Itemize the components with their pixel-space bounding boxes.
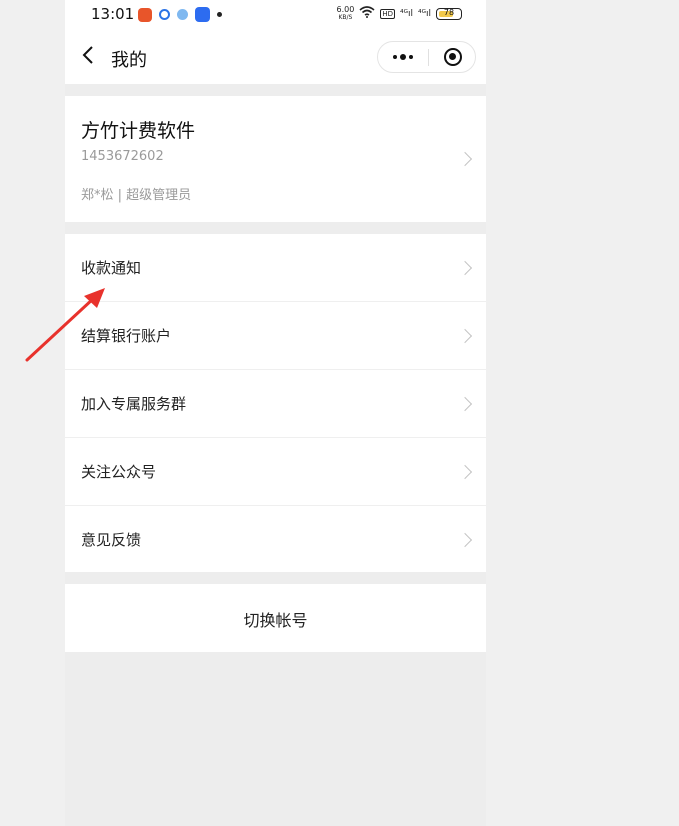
phone-screen: 13:01 6.00 KB/S HD ⁴ᴳıl ⁴ᴳıl 78 我的 方竹计费软… [65, 0, 486, 826]
back-button[interactable] [81, 44, 95, 71]
chevron-left-icon [82, 46, 93, 64]
chevron-right-icon [457, 532, 473, 548]
signal-icon: ⁴ᴳıl [400, 9, 413, 19]
menu-item-label: 加入专属服务群 [81, 395, 187, 413]
menu-item-label: 意见反馈 [81, 531, 142, 549]
miniprogram-capsule [377, 41, 476, 73]
switch-account-button[interactable]: 切换帐号 [65, 584, 486, 652]
menu-list: 收款通知 结算银行账户 加入专属服务群 关注公众号 意见反馈 [65, 234, 486, 572]
menu-item-bank-account[interactable]: 结算银行账户 [65, 302, 486, 370]
app-notification-icon [195, 7, 210, 22]
chevron-right-icon [457, 396, 473, 412]
more-notifications-dot-icon [217, 12, 222, 17]
status-bar: 13:01 6.00 KB/S HD ⁴ᴳıl ⁴ᴳıl 78 [65, 0, 486, 30]
menu-item-feedback[interactable]: 意见反馈 [65, 506, 486, 574]
chevron-right-icon [457, 464, 473, 480]
page-title: 我的 [111, 50, 147, 71]
network-speed: 6.00 KB/S [337, 6, 355, 22]
menu-item-label: 结算银行账户 [81, 327, 172, 345]
app-notification-icon [159, 9, 170, 20]
nav-bar: 我的 [65, 30, 486, 84]
status-time: 13:01 [91, 5, 135, 23]
account-number: 1453672602 [81, 149, 164, 164]
chevron-right-icon [457, 328, 473, 344]
notification-icons [138, 7, 222, 22]
chevron-right-icon [457, 260, 473, 276]
battery-value: 78 [443, 8, 455, 17]
switch-account-label: 切换帐号 [243, 611, 308, 630]
menu-item-label: 关注公众号 [81, 463, 157, 481]
capsule-divider [428, 49, 429, 66]
signal-icon: ⁴ᴳıl [418, 9, 431, 19]
system-indicators: 6.00 KB/S HD ⁴ᴳıl ⁴ᴳıl 78 [337, 6, 462, 22]
app-notification-icon [177, 9, 188, 20]
network-speed-value: 6.00 [336, 5, 355, 14]
close-button[interactable] [444, 48, 462, 66]
shop-name: 方竹计费软件 [81, 120, 196, 142]
menu-item-label: 收款通知 [81, 259, 142, 277]
battery-icon: 78 [436, 8, 462, 20]
more-button[interactable] [392, 44, 414, 78]
menu-item-payment-notice[interactable]: 收款通知 [65, 234, 486, 302]
network-speed-unit: KB/S [338, 14, 353, 21]
menu-item-service-group[interactable]: 加入专属服务群 [65, 370, 486, 438]
app-notification-icon [138, 7, 152, 22]
more-dots-icon [393, 54, 413, 60]
user-role: 郑*松 | 超级管理员 [81, 188, 192, 203]
hd-icon: HD [380, 9, 395, 19]
menu-item-follow-account[interactable]: 关注公众号 [65, 438, 486, 506]
profile-card[interactable]: 方竹计费软件 1453672602 郑*松 | 超级管理员 [65, 96, 486, 222]
chevron-right-icon [457, 151, 473, 167]
wifi-icon [359, 6, 375, 22]
